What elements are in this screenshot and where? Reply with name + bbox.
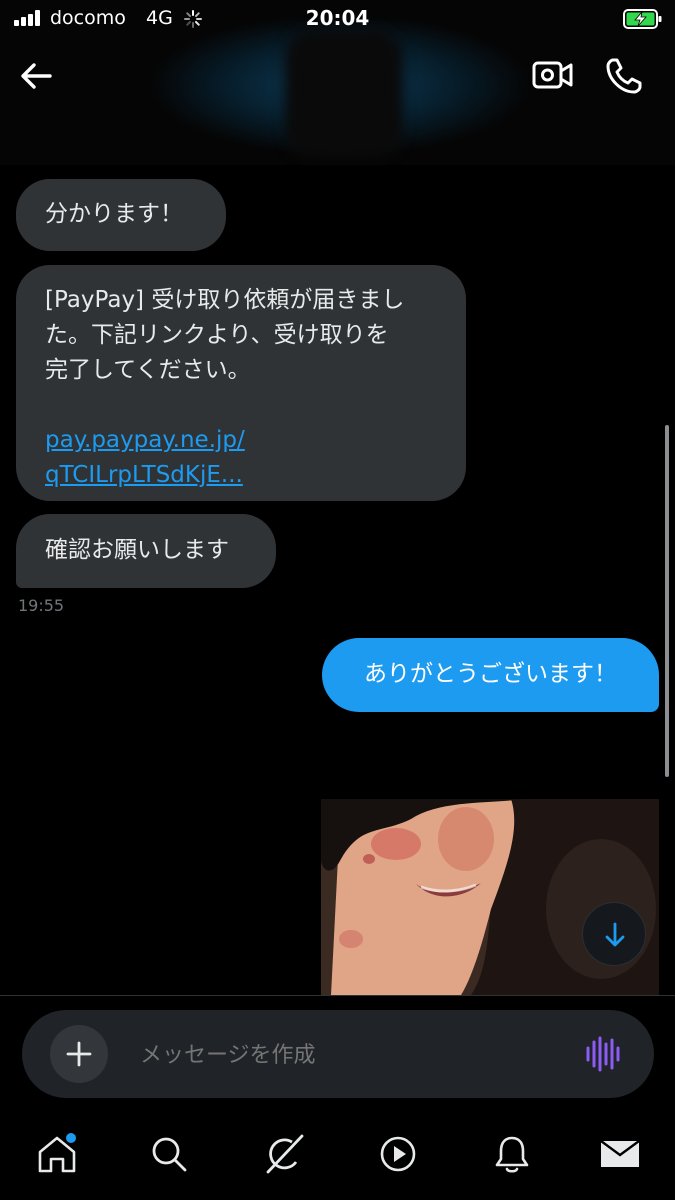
video-camera-icon — [532, 61, 573, 89]
nav-video[interactable] — [376, 1132, 420, 1176]
phone-icon — [606, 58, 642, 94]
bell-icon — [495, 1136, 529, 1173]
back-button[interactable] — [16, 56, 56, 96]
message-bubble-outgoing[interactable]: ありがとうございます！ — [322, 638, 659, 712]
message-bubble-incoming[interactable]: [PayPay] 受け取り依頼が届きまし た。下記リンクより、受け取りを 完了し… — [16, 265, 466, 501]
nav-grok[interactable] — [262, 1132, 306, 1176]
nav-notifications[interactable] — [490, 1132, 534, 1176]
status-bar: docomo 4G 20:04 — [0, 0, 675, 38]
message-link[interactable]: qTCILrpLTSdKjE... — [45, 458, 437, 493]
arrow-down-icon — [605, 922, 625, 947]
home-icon — [38, 1133, 76, 1173]
message-text-line: た。下記リンクより、受け取りを — [45, 322, 389, 348]
message-bubble-incoming[interactable]: 分かります！ — [16, 179, 226, 251]
battery-charging-icon — [623, 9, 662, 29]
message-input[interactable] — [140, 1038, 560, 1072]
message-text-line: 完了してください。 — [45, 357, 251, 383]
nav-home[interactable] — [35, 1132, 79, 1176]
nav-messages[interactable] — [598, 1132, 642, 1176]
message-bubble-incoming[interactable]: 確認お願いします — [16, 514, 276, 588]
composer-divider — [0, 995, 675, 996]
scrollbar[interactable] — [665, 425, 669, 777]
message-timestamp: 19:55 — [18, 596, 65, 615]
arrow-left-icon — [21, 63, 52, 89]
message-link[interactable]: pay.paypay.ne.jp/ — [45, 423, 437, 458]
nav-search[interactable] — [147, 1132, 191, 1176]
grok-icon — [266, 1134, 304, 1174]
scroll-to-bottom-button[interactable] — [582, 902, 646, 966]
voice-call-button[interactable] — [603, 55, 645, 97]
plus-icon — [66, 1041, 92, 1067]
mail-icon — [600, 1140, 640, 1167]
play-icon — [380, 1136, 416, 1172]
message-text-line: [PayPay] 受け取り依頼が届きまし — [45, 287, 405, 313]
add-attachment-button[interactable] — [50, 1025, 108, 1083]
search-icon — [152, 1137, 187, 1172]
message-composer — [22, 1010, 654, 1098]
voice-waveform-icon — [586, 1036, 620, 1072]
contact-avatar[interactable] — [285, 30, 403, 158]
bottom-navigation — [0, 1112, 675, 1200]
voice-message-button[interactable] — [582, 1034, 624, 1074]
video-call-button[interactable] — [531, 55, 575, 95]
clock: 20:04 — [305, 6, 370, 30]
